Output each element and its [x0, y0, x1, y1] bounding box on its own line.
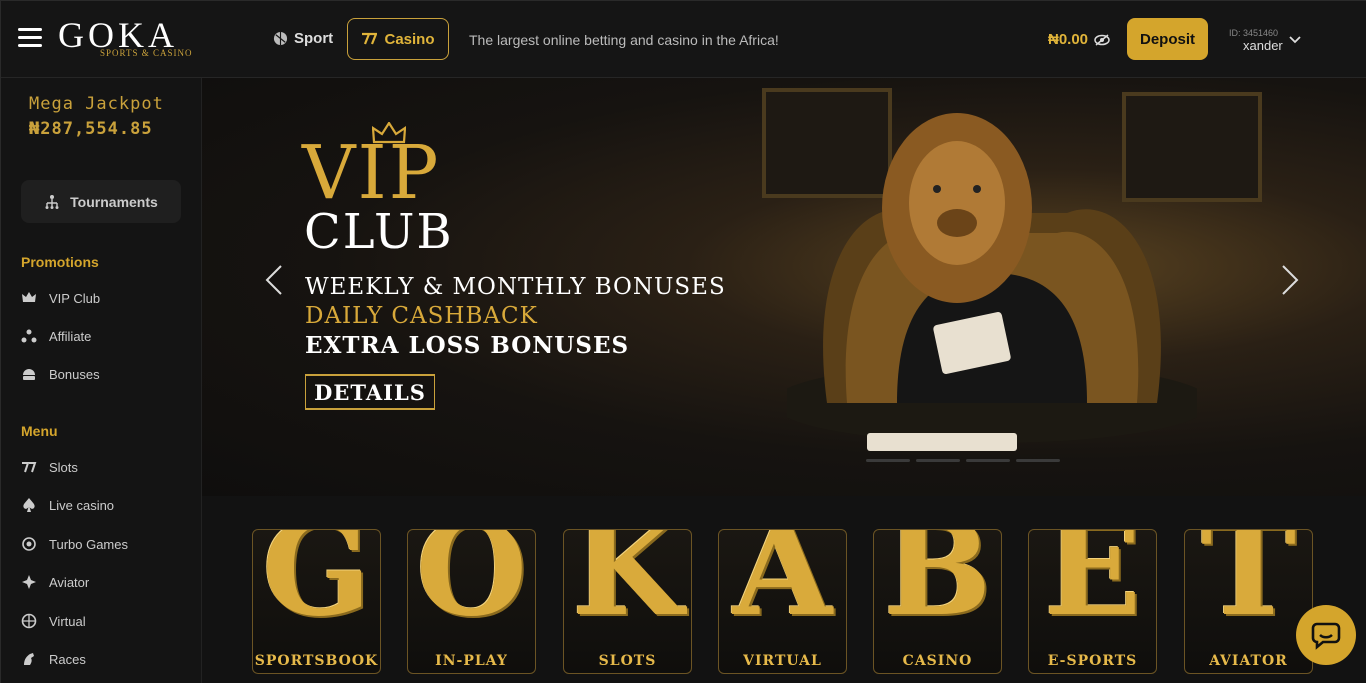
tournaments-label: Tournaments: [70, 193, 158, 210]
sidebar-item-virtual[interactable]: Virtual: [21, 613, 86, 629]
sidebar-item-label: Bonuses: [49, 366, 100, 382]
category-in-play[interactable]: O IN-PLAY: [407, 529, 536, 674]
live-chat-button[interactable]: [1296, 605, 1356, 665]
sidebar-item-label: Aviator: [49, 574, 90, 590]
chevron-left-icon[interactable]: [264, 264, 284, 296]
sidebar-item-aviator[interactable]: Aviator: [21, 574, 89, 590]
seven-icon: [362, 32, 378, 45]
header-tagline: The largest online betting and casino in…: [469, 32, 779, 48]
logo-subtitle: SPORTS & CASINO: [100, 48, 193, 58]
chevron-down-icon[interactable]: [1289, 36, 1301, 44]
promotions-heading: Promotions: [21, 254, 99, 270]
nav-sport-link[interactable]: Sport: [273, 30, 333, 47]
sidebar-item-affiliate[interactable]: Affiliate: [21, 328, 91, 344]
deposit-button[interactable]: Deposit: [1127, 18, 1208, 60]
slots-icon: [22, 462, 37, 473]
sidebar-item-label: Live casino: [49, 497, 115, 513]
tournament-bracket-icon: [45, 194, 59, 209]
category-slots[interactable]: K SLOTS: [563, 529, 692, 674]
sidebar-item-label: Turbo Games: [49, 536, 128, 552]
sidebar-item-bonuses[interactable]: Bonuses: [21, 366, 100, 382]
bonus-icon: [23, 369, 35, 380]
details-button[interactable]: DETAILS: [305, 374, 435, 410]
app-root: GOKA SPORTS & CASINO Sport Casino The la…: [0, 0, 1366, 683]
user-menu[interactable]: ID: 3451460 xander: [1229, 28, 1309, 53]
crown-icon: [22, 292, 36, 302]
category-label: E-SPORTS: [1047, 653, 1138, 669]
mega-jackpot: Mega Jackpot ₦287,554.85: [29, 94, 164, 139]
sidebar-item-label: Affiliate: [49, 328, 92, 344]
category-letter: A: [732, 529, 833, 645]
balance-display[interactable]: ₦0.00: [1048, 31, 1110, 48]
banner-line-loss: EXTRA LOSS BONUSES: [305, 332, 630, 359]
category-label: SLOTS: [598, 653, 657, 669]
category-letter: T: [1200, 529, 1297, 645]
category-letter: O: [415, 529, 528, 645]
aviator-icon: [22, 575, 36, 589]
category-virtual[interactable]: A VIRTUAL: [718, 529, 847, 674]
sidebar-item-vip-club[interactable]: VIP Club: [21, 290, 100, 306]
sidebar-item-races[interactable]: Races: [21, 651, 86, 667]
category-casino[interactable]: B CASINO: [873, 529, 1002, 674]
sidebar-item-label: Races: [49, 651, 86, 667]
chevron-right-icon[interactable]: [1280, 264, 1300, 296]
category-letter: B: [883, 529, 992, 645]
balance-value: ₦0.00: [1048, 31, 1089, 48]
category-e-sports[interactable]: E E-SPORTS: [1028, 529, 1157, 674]
category-label: VIRTUAL: [743, 653, 822, 669]
jackpot-title: Mega Jackpot: [29, 94, 164, 114]
banner-club-title: CLUB: [304, 204, 454, 260]
carousel-dots[interactable]: [866, 459, 1060, 462]
affiliate-icon: [21, 329, 37, 343]
sidebar-item-slots[interactable]: Slots: [21, 459, 78, 475]
category-letter: E: [1043, 529, 1142, 645]
eye-hidden-icon[interactable]: [1094, 33, 1110, 46]
chat-bubble-icon: [1311, 622, 1341, 650]
spade-icon: [23, 498, 35, 512]
top-header: GOKA SPORTS & CASINO Sport Casino The la…: [1, 1, 1366, 78]
races-icon: [24, 653, 34, 665]
category-aviator[interactable]: T AVIATOR: [1184, 529, 1313, 674]
nav-casino-label: Casino: [384, 30, 435, 48]
category-tiles: G SPORTSBOOK O IN-PLAY K SLOTS A VIRTUAL…: [202, 496, 1366, 683]
category-sportsbook[interactable]: G SPORTSBOOK: [252, 529, 381, 674]
virtual-icon: [21, 613, 37, 629]
category-label: CASINO: [902, 653, 973, 669]
category-letter: G: [261, 529, 372, 645]
sidebar-item-turbo-games[interactable]: Turbo Games: [21, 536, 128, 552]
sidebar: Mega Jackpot ₦287,554.85 Tournaments Pro…: [1, 78, 202, 683]
nav-sport-label: Sport: [294, 30, 334, 47]
sidebar-item-label: Virtual: [49, 613, 86, 629]
sidebar-item-label: VIP Club: [49, 290, 101, 306]
sport-ball-icon: [273, 31, 288, 46]
vip-club-banner[interactable]: VIP CLUB WEEKLY & MONTHLY BONUSES DAILY …: [202, 78, 1366, 496]
category-label: SPORTSBOOK: [254, 653, 379, 669]
category-label: IN-PLAY: [435, 653, 508, 669]
menu-hamburger-icon[interactable]: [18, 28, 42, 48]
tournaments-button[interactable]: Tournaments: [21, 180, 181, 223]
category-letter: K: [571, 529, 684, 645]
turbo-icon: [22, 537, 36, 551]
sidebar-item-live-casino[interactable]: Live casino: [21, 497, 114, 513]
banner-line-weekly: WEEKLY & MONTHLY BONUSES: [305, 274, 726, 300]
banner-vip-title: VIP: [302, 130, 441, 216]
jackpot-value: ₦287,554.85: [29, 119, 153, 139]
lion-illustration: [787, 113, 1197, 451]
category-label: AVIATOR: [1209, 653, 1288, 669]
site-logo[interactable]: GOKA SPORTS & CASINO: [58, 17, 203, 59]
menu-heading: Menu: [21, 423, 58, 439]
nav-casino-tab[interactable]: Casino: [347, 18, 449, 60]
banner-line-cashback: DAILY CASHBACK: [305, 303, 538, 329]
sidebar-item-label: Slots: [49, 459, 78, 475]
